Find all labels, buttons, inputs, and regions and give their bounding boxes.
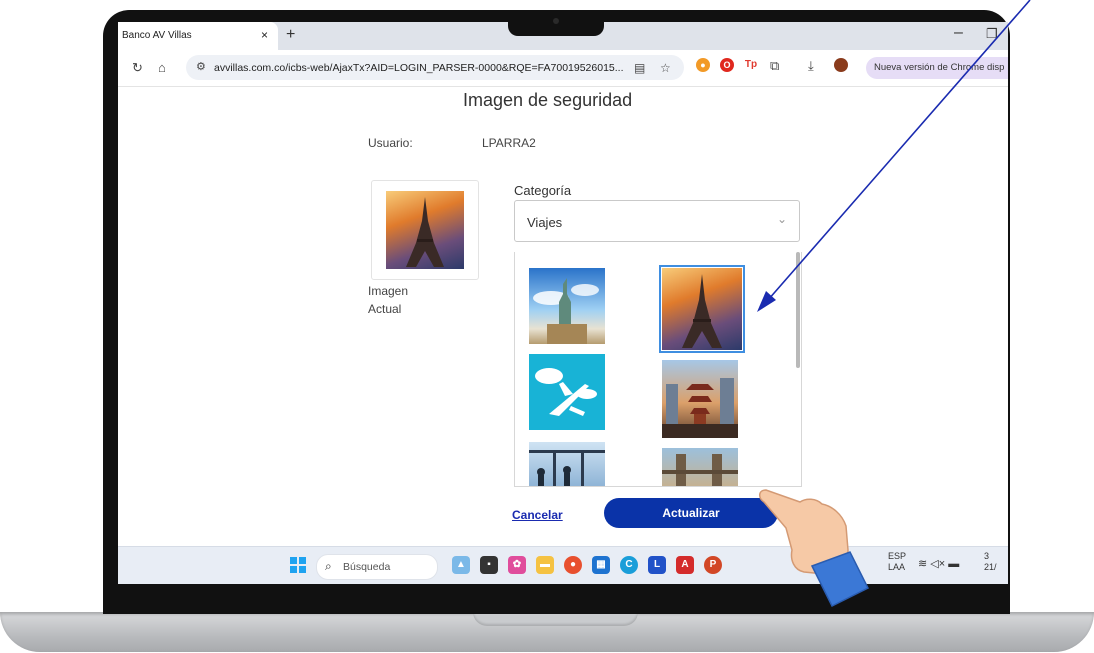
camera-icon	[553, 18, 559, 24]
camera-notch	[508, 10, 604, 36]
annotation-arrow-line	[767, 0, 1031, 301]
annotation-arrow	[757, 0, 1031, 312]
pointing-hand-icon	[759, 489, 870, 608]
